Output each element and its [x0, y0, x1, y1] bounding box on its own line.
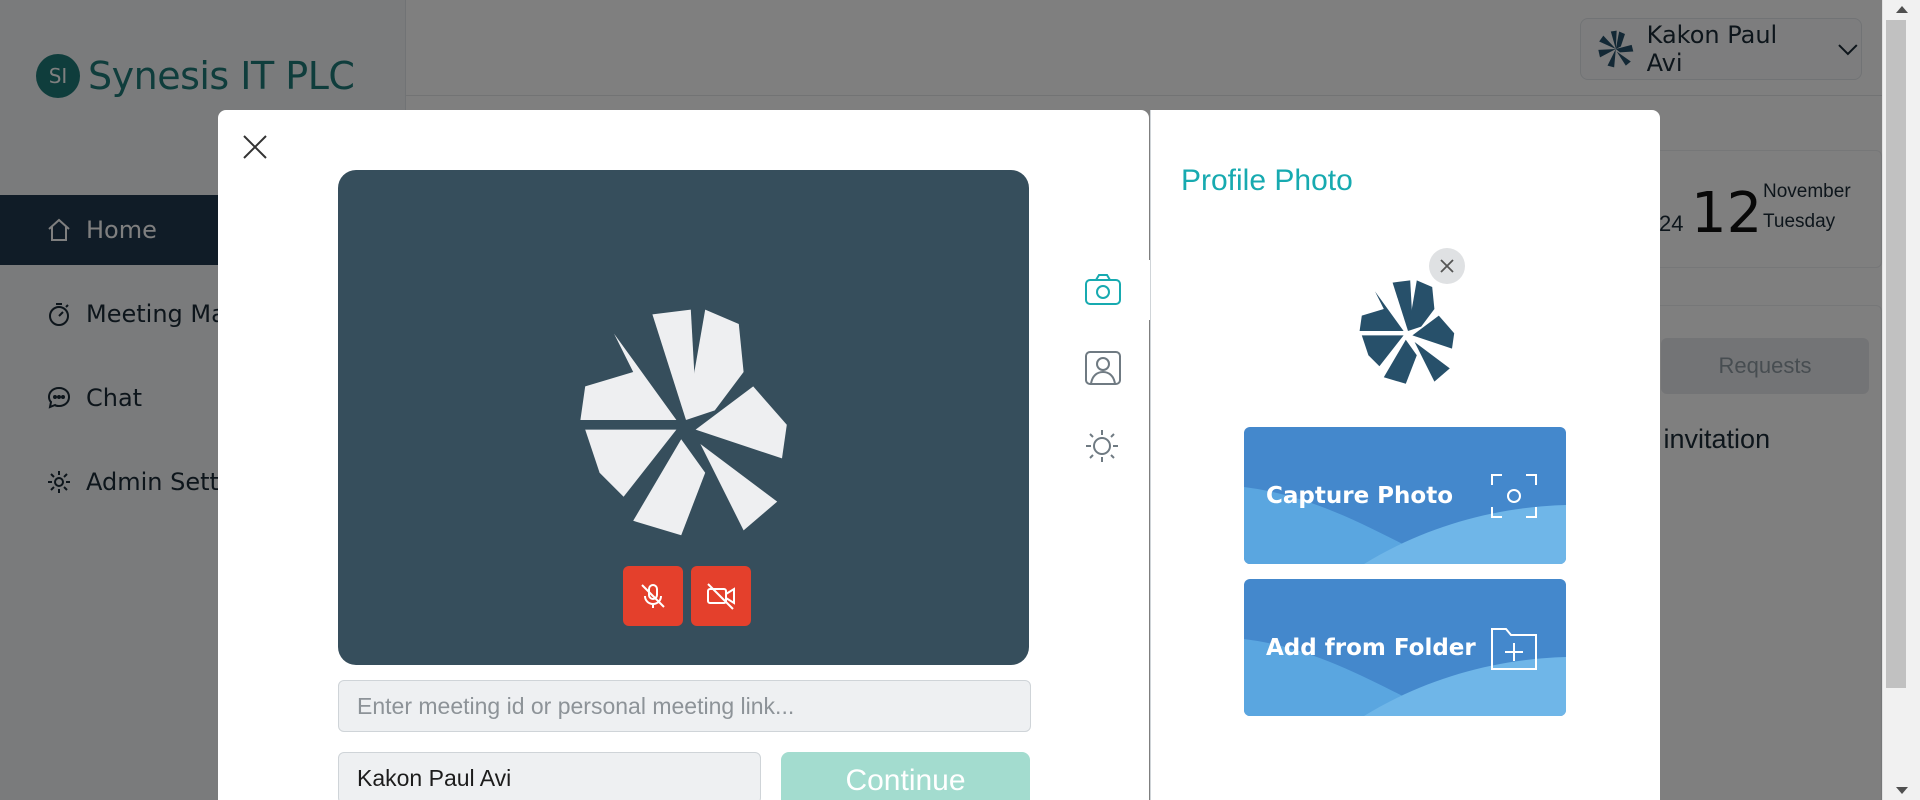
display-name-input[interactable]: [338, 752, 761, 800]
page-scrollbar[interactable]: [1882, 0, 1920, 800]
scroll-thumb[interactable]: [1886, 20, 1906, 688]
tool-camera[interactable]: [1084, 260, 1154, 320]
camera-off-button[interactable]: [691, 566, 751, 626]
tool-brightness[interactable]: [1084, 416, 1148, 476]
close-icon[interactable]: [240, 132, 270, 162]
mute-mic-button[interactable]: [623, 566, 683, 626]
tool-portrait[interactable]: [1084, 338, 1148, 398]
video-preview: [338, 170, 1029, 665]
meeting-id-input[interactable]: [338, 680, 1031, 732]
capture-photo-label: Capture Photo: [1266, 482, 1454, 509]
avatar-logo: [580, 309, 787, 536]
panel-title: Profile Photo: [1181, 164, 1353, 197]
profile-photo-panel: Profile Photo Capture Photo Add from Fol…: [1150, 110, 1660, 800]
scroll-up-arrow[interactable]: [1896, 6, 1908, 13]
folder-add-icon: [1491, 628, 1537, 670]
video-off-icon: [707, 583, 735, 610]
add-from-folder-button[interactable]: Add from Folder: [1244, 579, 1566, 716]
join-meeting-modal: Continue: [218, 110, 1154, 800]
scroll-down-arrow[interactable]: [1896, 787, 1908, 794]
portrait-icon: [1085, 351, 1121, 385]
mic-off-icon: [641, 584, 665, 608]
camera-icon: [1085, 274, 1121, 305]
focus-frame-icon: [1491, 474, 1537, 518]
remove-photo-button[interactable]: [1429, 248, 1465, 284]
close-icon: [1440, 259, 1454, 273]
add-from-folder-label: Add from Folder: [1266, 634, 1476, 661]
capture-photo-button[interactable]: Capture Photo: [1244, 427, 1566, 564]
continue-button[interactable]: Continue: [781, 752, 1030, 800]
brightness-icon: [1086, 430, 1118, 462]
profile-photo-preview: [1355, 278, 1461, 384]
